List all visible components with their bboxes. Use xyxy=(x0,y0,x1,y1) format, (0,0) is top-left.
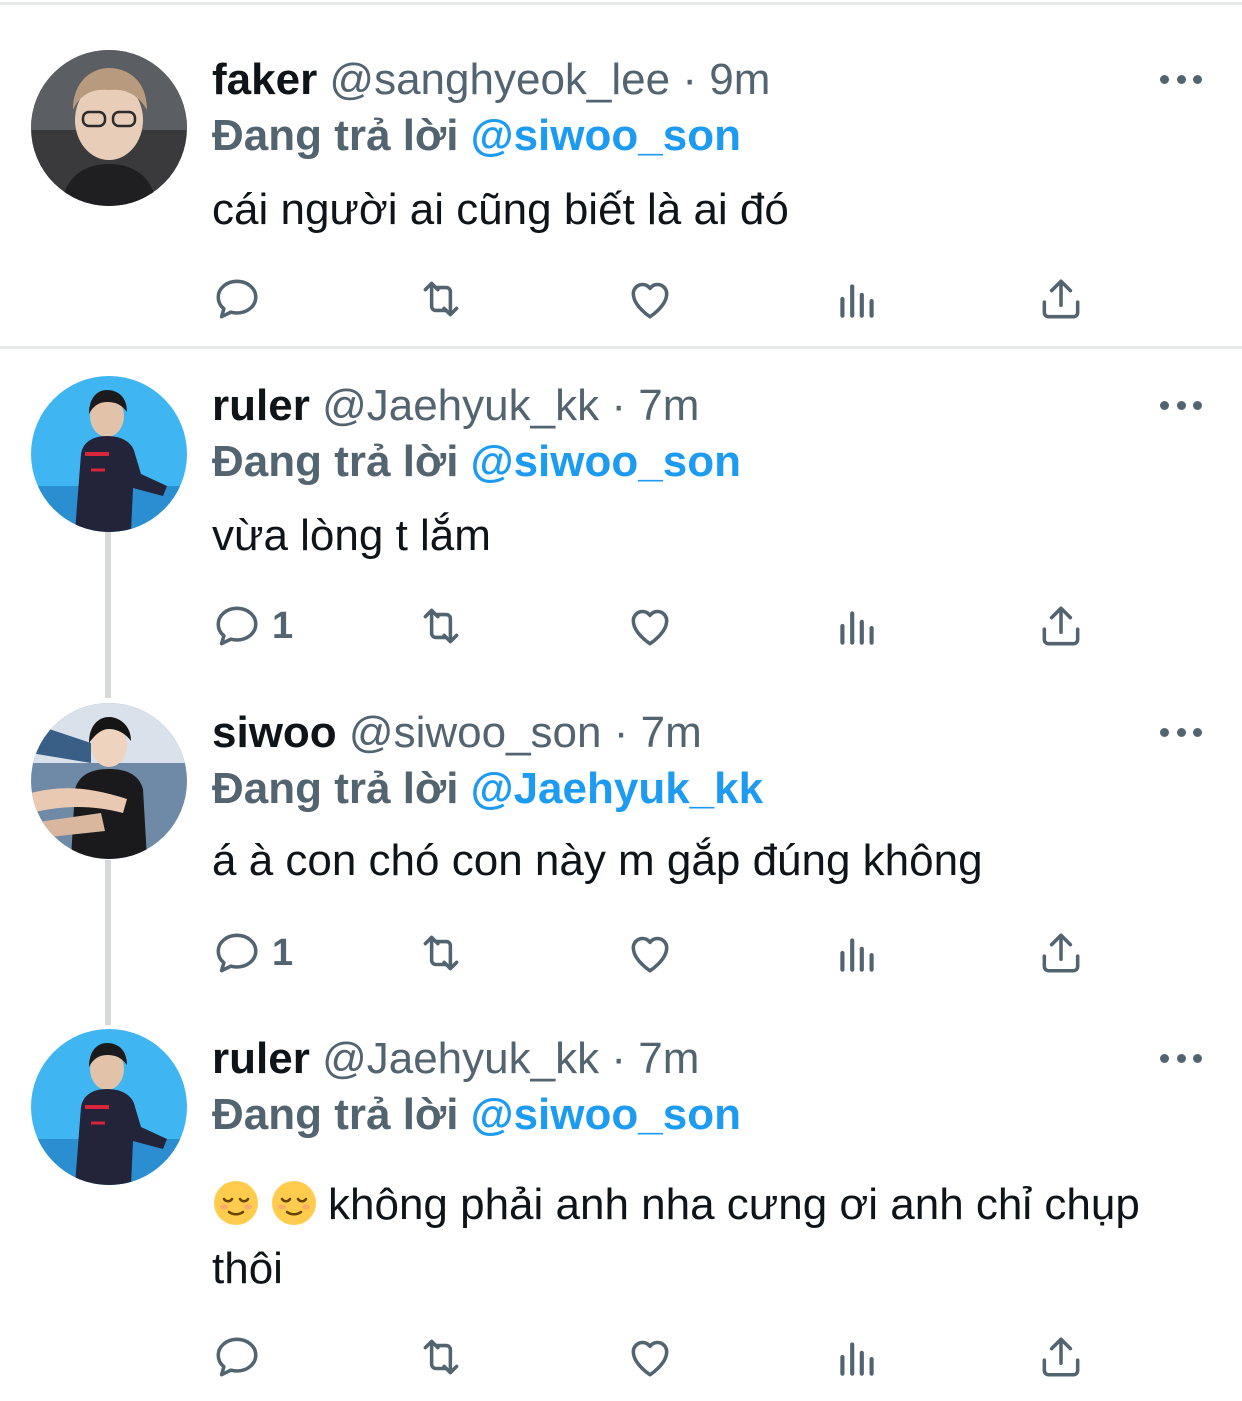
user-handle[interactable]: @Jaehyuk_kk xyxy=(322,381,599,430)
share-button[interactable] xyxy=(1036,596,1086,656)
display-name[interactable]: faker xyxy=(212,55,317,104)
top-divider xyxy=(0,2,1242,5)
timestamp[interactable]: 7m xyxy=(641,708,702,757)
replying-to: Đang trả lời @siwoo_son xyxy=(212,108,741,164)
retweet-icon xyxy=(416,928,466,978)
replying-to: Đang trả lời @siwoo_son xyxy=(212,1087,741,1143)
mention-link[interactable]: @siwoo_son xyxy=(471,437,741,486)
replying-to: Đang trả lời @Jaehyuk_kk xyxy=(212,761,763,817)
action-bar: 1 xyxy=(0,923,1242,983)
reply-button[interactable] xyxy=(212,1327,272,1387)
tweet[interactable]: ruler @Jaehyuk_kk · 7m Đang trả lời @siw… xyxy=(0,376,1242,676)
replying-to: Đang trả lời @siwoo_son xyxy=(212,434,741,490)
replying-to-label: Đang trả lời xyxy=(212,764,459,813)
retweet-button[interactable] xyxy=(416,269,466,329)
display-name[interactable]: ruler xyxy=(212,1034,310,1083)
relieved-face-emoji xyxy=(212,1179,260,1227)
tweet-text: không phải anh nha cưng ơi anh chỉ chụp … xyxy=(212,1173,1172,1301)
relieved-face-emoji xyxy=(270,1179,318,1227)
retweet-button[interactable] xyxy=(416,596,466,656)
retweet-icon xyxy=(416,601,466,651)
avatar[interactable] xyxy=(31,50,187,206)
more-icon[interactable] xyxy=(1156,64,1206,94)
separator-dot: · xyxy=(611,1034,626,1083)
like-button[interactable] xyxy=(625,269,675,329)
reply-button[interactable]: 1 xyxy=(212,596,293,656)
views-button[interactable] xyxy=(832,596,882,656)
reply-button[interactable] xyxy=(212,269,272,329)
reply-button[interactable]: 1 xyxy=(212,923,293,983)
separator-dot: · xyxy=(613,708,629,757)
timestamp[interactable]: 7m xyxy=(638,1034,699,1083)
share-icon xyxy=(1036,274,1086,324)
tweet-header: ruler @Jaehyuk_kk · 7m xyxy=(212,376,699,436)
heart-icon xyxy=(625,274,675,324)
tweet-text: vừa lòng t lắm xyxy=(212,511,491,560)
share-icon xyxy=(1036,601,1086,651)
reply-count: 1 xyxy=(272,605,294,647)
replying-to-label: Đang trả lời xyxy=(212,437,459,486)
views-button[interactable] xyxy=(832,269,882,329)
display-name[interactable]: ruler xyxy=(212,381,310,430)
retweet-icon xyxy=(416,1332,466,1382)
share-button[interactable] xyxy=(1036,269,1086,329)
user-handle[interactable]: @Jaehyuk_kk xyxy=(322,1034,599,1083)
separator-dot: · xyxy=(611,381,626,430)
action-bar xyxy=(0,269,1242,329)
more-icon[interactable] xyxy=(1156,717,1206,747)
tweet[interactable]: faker @sanghyeok_lee · 9m Đang trả lời @… xyxy=(0,50,1242,340)
tweet-header: ruler @Jaehyuk_kk · 7m xyxy=(212,1029,699,1089)
user-handle[interactable]: @sanghyeok_lee xyxy=(329,55,670,104)
share-icon xyxy=(1036,928,1086,978)
avatar[interactable] xyxy=(31,376,187,532)
replying-to-label: Đang trả lời xyxy=(212,1090,459,1139)
mention-link[interactable]: @Jaehyuk_kk xyxy=(471,764,763,813)
tweet-header: faker @sanghyeok_lee · 9m xyxy=(212,50,770,110)
mention-link[interactable]: @siwoo_son xyxy=(471,1090,741,1139)
display-name[interactable]: siwoo xyxy=(212,708,337,757)
timestamp[interactable]: 9m xyxy=(709,55,770,104)
tweet-text-body: không phải anh nha cưng ơi anh chỉ chụp … xyxy=(212,1180,1140,1293)
views-icon xyxy=(832,928,882,978)
views-button[interactable] xyxy=(832,923,882,983)
views-icon xyxy=(832,601,882,651)
avatar[interactable] xyxy=(31,703,187,859)
reply-count: 1 xyxy=(272,932,294,974)
heart-icon xyxy=(625,601,675,651)
share-icon xyxy=(1036,1332,1086,1382)
heart-icon xyxy=(625,1332,675,1382)
views-icon xyxy=(832,1332,882,1382)
like-button[interactable] xyxy=(625,923,675,983)
like-button[interactable] xyxy=(625,596,675,656)
reply-icon xyxy=(212,601,262,651)
tweet-text: á à con chó con này m gắp đúng không xyxy=(212,836,983,885)
mention-link[interactable]: @siwoo_son xyxy=(471,111,741,160)
retweet-button[interactable] xyxy=(416,1327,466,1387)
heart-icon xyxy=(625,928,675,978)
more-icon[interactable] xyxy=(1156,1043,1206,1073)
tweet[interactable]: ruler @Jaehyuk_kk · 7m Đang trả lời @siw… xyxy=(0,1029,1242,1401)
more-icon[interactable] xyxy=(1156,390,1206,420)
retweet-icon xyxy=(416,274,466,324)
user-handle[interactable]: @siwoo_son xyxy=(349,708,602,757)
tweet[interactable]: siwoo @siwoo_son · 7m Đang trả lời @Jaeh… xyxy=(0,703,1242,1003)
reply-icon xyxy=(212,274,262,324)
action-bar xyxy=(0,1327,1242,1387)
replying-to-label: Đang trả lời xyxy=(212,111,459,160)
tweet-divider xyxy=(0,346,1242,349)
reply-icon xyxy=(212,1332,262,1382)
avatar[interactable] xyxy=(31,1029,187,1185)
tweet-text: cái người ai cũng biết là ai đó xyxy=(212,185,789,234)
action-bar: 1 xyxy=(0,596,1242,656)
views-button[interactable] xyxy=(832,1327,882,1387)
tweet-header: siwoo @siwoo_son · 7m xyxy=(212,703,702,763)
share-button[interactable] xyxy=(1036,1327,1086,1387)
retweet-button[interactable] xyxy=(416,923,466,983)
timestamp[interactable]: 7m xyxy=(638,381,699,430)
like-button[interactable] xyxy=(625,1327,675,1387)
share-button[interactable] xyxy=(1036,923,1086,983)
views-icon xyxy=(832,274,882,324)
reply-icon xyxy=(212,928,262,978)
separator-dot: · xyxy=(682,55,697,104)
